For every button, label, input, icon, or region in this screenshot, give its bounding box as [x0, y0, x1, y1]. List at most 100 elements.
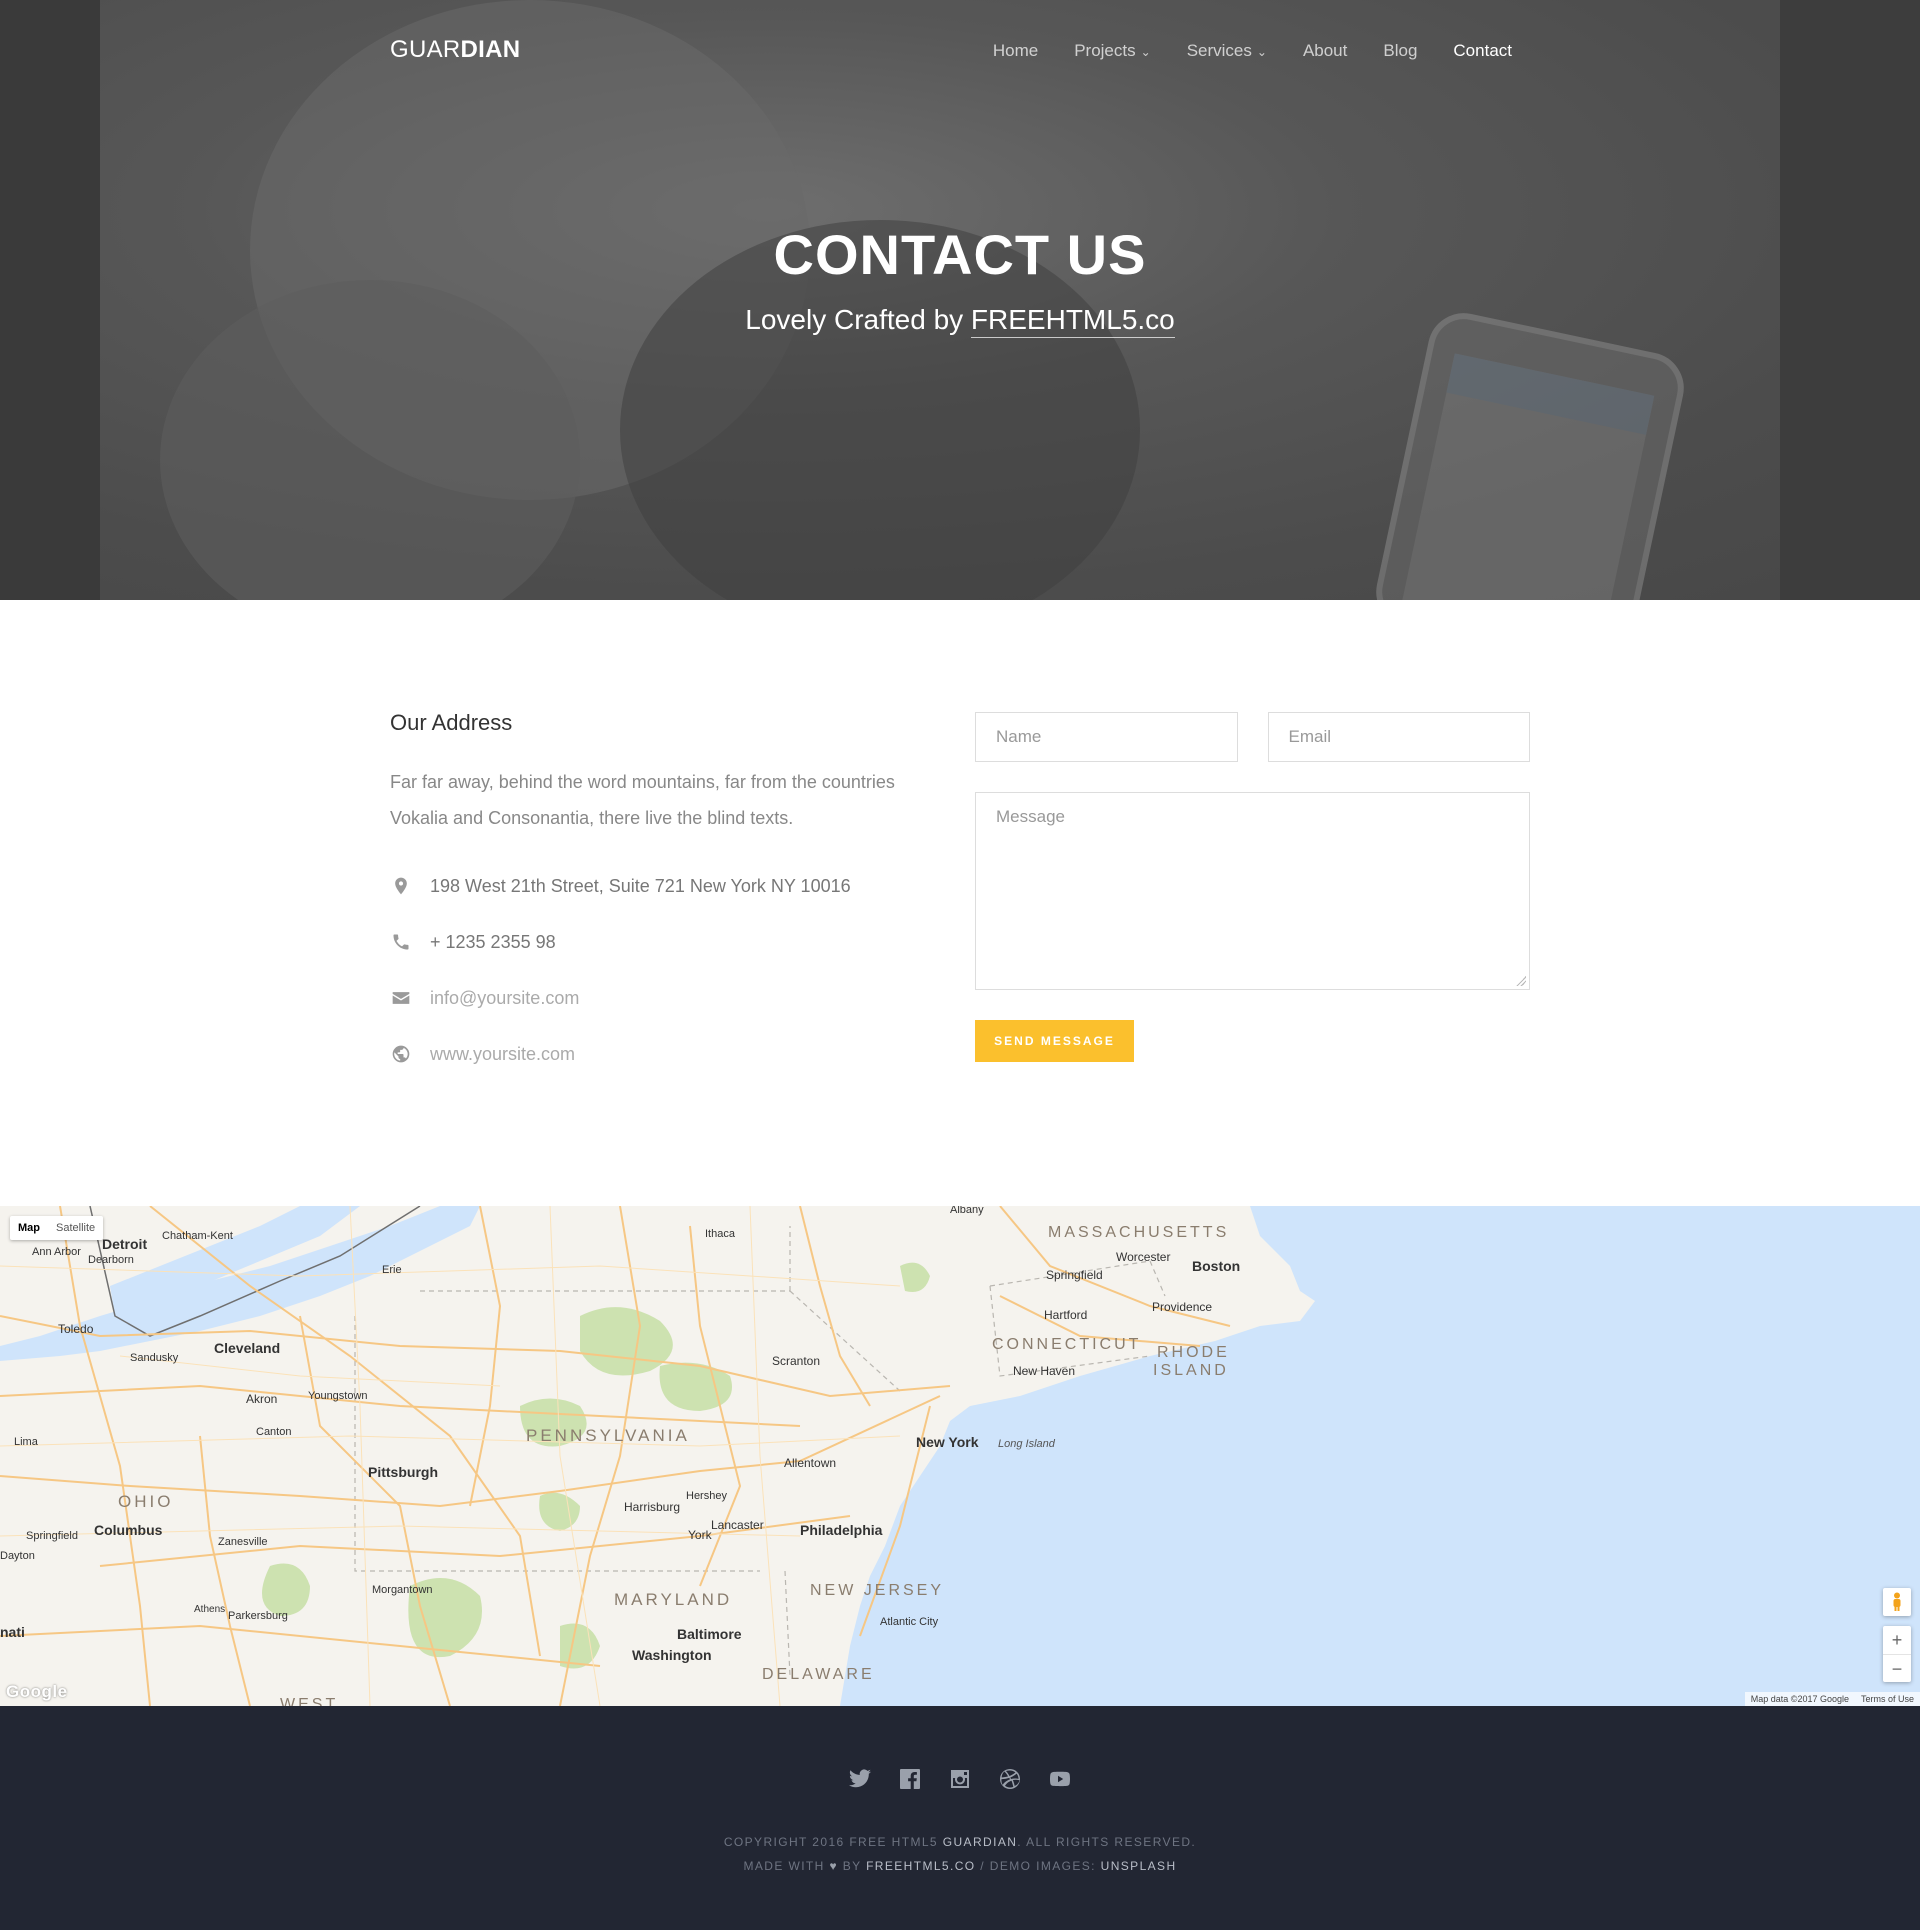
- by-text: BY: [838, 1859, 867, 1873]
- address-text: 198 West 21th Street, Suite 721 New York…: [430, 875, 851, 896]
- nav-menu: Home Projects ⌄ Services ⌄ About Blog Cont…: [957, 41, 1512, 61]
- nav-item-projects[interactable]: Projects ⌄: [1074, 41, 1150, 61]
- phone-screen-bar: [1446, 353, 1655, 435]
- zoom-out-button[interactable]: −: [1883, 1654, 1911, 1682]
- nav-item-label: Blog: [1383, 41, 1418, 60]
- map-label-city: Hershey: [686, 1490, 727, 1502]
- map-label-city: Lima: [14, 1436, 38, 1448]
- map-label-state: DELAWARE: [762, 1666, 875, 1683]
- pegman-icon: [1893, 1592, 1901, 1611]
- map-label-city: New Haven: [1013, 1364, 1076, 1378]
- map-type-satellite-button[interactable]: Satellite: [48, 1216, 103, 1240]
- map-label-city: Sandusky: [130, 1352, 179, 1364]
- heart-icon: ♥: [829, 1859, 838, 1873]
- map-label-state: PENNSYLVANIA: [526, 1426, 690, 1445]
- social-links: [0, 1766, 1920, 1792]
- copyright-line: COPYRIGHT 2016 FREE HTML5 GUARDIAN. ALL …: [0, 1830, 1920, 1854]
- google-logo: Google: [6, 1682, 68, 1701]
- map-label-city: Dearborn: [88, 1254, 134, 1266]
- map-type-control: Map Satellite: [10, 1216, 104, 1240]
- name-field[interactable]: Name: [975, 712, 1238, 762]
- address-item-email[interactable]: info@yoursite.com: [390, 970, 910, 1026]
- message-field[interactable]: Message: [975, 792, 1530, 990]
- address-item-location: 198 West 21th Street, Suite 721 New York…: [390, 858, 910, 914]
- site-logo[interactable]: GUARDIAN: [390, 36, 520, 64]
- address-list: 198 West 21th Street, Suite 721 New York…: [390, 858, 910, 1082]
- nav-item-home[interactable]: Home: [993, 41, 1038, 61]
- map-label-city: Atlantic City: [880, 1616, 939, 1628]
- freehtml5-footer-link[interactable]: FREEHTML5.CO: [866, 1859, 975, 1873]
- map-label-city: Parkersburg: [228, 1610, 288, 1622]
- map-label-city: Ann Arbor: [32, 1246, 81, 1258]
- map-label-city: Hartford: [1044, 1308, 1088, 1322]
- map-label-state: OHIO: [118, 1492, 174, 1511]
- map-label-state: WEST: [280, 1696, 339, 1706]
- youtube-icon[interactable]: [1047, 1766, 1073, 1792]
- map-label-city: Philadelphia: [800, 1522, 883, 1538]
- nav-item-services[interactable]: Services ⌄: [1187, 41, 1267, 61]
- map-label-city: Scranton: [772, 1354, 821, 1368]
- map-label-city: Zanesville: [218, 1536, 268, 1548]
- map-label-city: Athens: [194, 1604, 226, 1615]
- address-description: Far far away, behind the word mountains,…: [390, 772, 895, 828]
- map-label-city: Baltimore: [677, 1626, 742, 1642]
- map-pin-icon: [390, 875, 412, 897]
- send-message-button[interactable]: SEND MESSAGE: [975, 1020, 1134, 1062]
- street-view-pegman-button[interactable]: [1883, 1588, 1911, 1616]
- dribbble-icon[interactable]: [997, 1766, 1023, 1792]
- contact-form: Name Email Message SEND MESSAGE: [975, 712, 1530, 1062]
- map-label-state: MASSACHUSETTS: [1048, 1224, 1230, 1241]
- chevron-down-icon: ⌄: [1140, 45, 1151, 59]
- map-label-state: CONNECTICUT: [992, 1336, 1142, 1353]
- terms-of-use-link[interactable]: Terms of Use: [1861, 1694, 1914, 1704]
- website-link[interactable]: www.yoursite.com: [430, 1044, 575, 1065]
- demo-images-text: / DEMO IMAGES:: [975, 1859, 1101, 1873]
- map-data-text: Map data ©2017 Google: [1750, 1694, 1849, 1704]
- zoom-in-button[interactable]: +: [1883, 1626, 1911, 1654]
- map-label-city: Columbus: [94, 1522, 163, 1538]
- map-label-city: Cleveland: [214, 1340, 281, 1356]
- instagram-icon[interactable]: [947, 1766, 973, 1792]
- map-label-city: Toledo: [58, 1322, 94, 1336]
- main-navigation: GUARDIAN Home Projects ⌄ Services ⌄ About …: [390, 36, 1512, 66]
- map-label-city: Akron: [246, 1392, 278, 1406]
- map-label-city: Canton: [256, 1426, 292, 1438]
- envelope-icon: [390, 987, 412, 1009]
- page-title: CONTACT US: [773, 223, 1147, 286]
- map-labels: MASSACHUSETTS Boston Worcester Springfie…: [0, 1206, 1920, 1706]
- map-label-state: ISLAND: [1153, 1362, 1229, 1379]
- contact-section: Our Address Far far away, behind the wor…: [0, 600, 1920, 1206]
- unsplash-link[interactable]: UNSPLASH: [1101, 1859, 1177, 1873]
- made-with-text: MADE WITH: [743, 1859, 825, 1873]
- map-type-map-button[interactable]: Map: [10, 1216, 48, 1240]
- facebook-icon[interactable]: [897, 1766, 923, 1792]
- nav-item-contact[interactable]: Contact: [1453, 41, 1512, 61]
- email-link[interactable]: info@yoursite.com: [430, 988, 579, 1009]
- map-attribution: Map data ©2017 Google Terms of Use: [1744, 1692, 1920, 1706]
- guardian-link[interactable]: GUARDIAN: [943, 1835, 1018, 1849]
- google-map[interactable]: MASSACHUSETTS Boston Worcester Springfie…: [0, 1206, 1920, 1706]
- map-label-city: Chatham-Kent: [162, 1230, 233, 1242]
- address-item-phone: + 1235 2355 98: [390, 914, 910, 970]
- map-label-city: Detroit: [102, 1236, 148, 1252]
- hero-subtitle: Lovely Crafted by FREEHTML5.co: [0, 304, 1920, 338]
- map-label-city: Springfield: [26, 1530, 78, 1542]
- nav-item-blog[interactable]: Blog: [1383, 41, 1417, 61]
- resize-handle-icon[interactable]: [1516, 976, 1526, 986]
- twitter-icon[interactable]: [847, 1766, 873, 1792]
- email-field[interactable]: Email: [1267, 712, 1530, 762]
- form-row: Name Email: [975, 712, 1530, 762]
- hero-phone-image: [1369, 306, 1691, 600]
- logo-light-text: GUAR: [390, 36, 461, 63]
- phone-icon: [390, 931, 412, 953]
- nav-item-label: Projects: [1074, 41, 1136, 60]
- map-label-city: Lancaster: [711, 1518, 764, 1532]
- nav-item-label: Home: [992, 41, 1039, 60]
- map-label-state: NEW JERSEY: [810, 1582, 945, 1599]
- map-label-state: RHODE: [1157, 1344, 1230, 1361]
- nav-item-about[interactable]: About: [1303, 41, 1347, 61]
- address-item-website[interactable]: www.yoursite.com: [390, 1026, 910, 1082]
- map-label-city: Boston: [1192, 1258, 1241, 1274]
- freehtml5-link[interactable]: FREEHTML5.co: [970, 304, 1175, 338]
- address-block: Our Address Far far away, behind the wor…: [390, 710, 910, 1082]
